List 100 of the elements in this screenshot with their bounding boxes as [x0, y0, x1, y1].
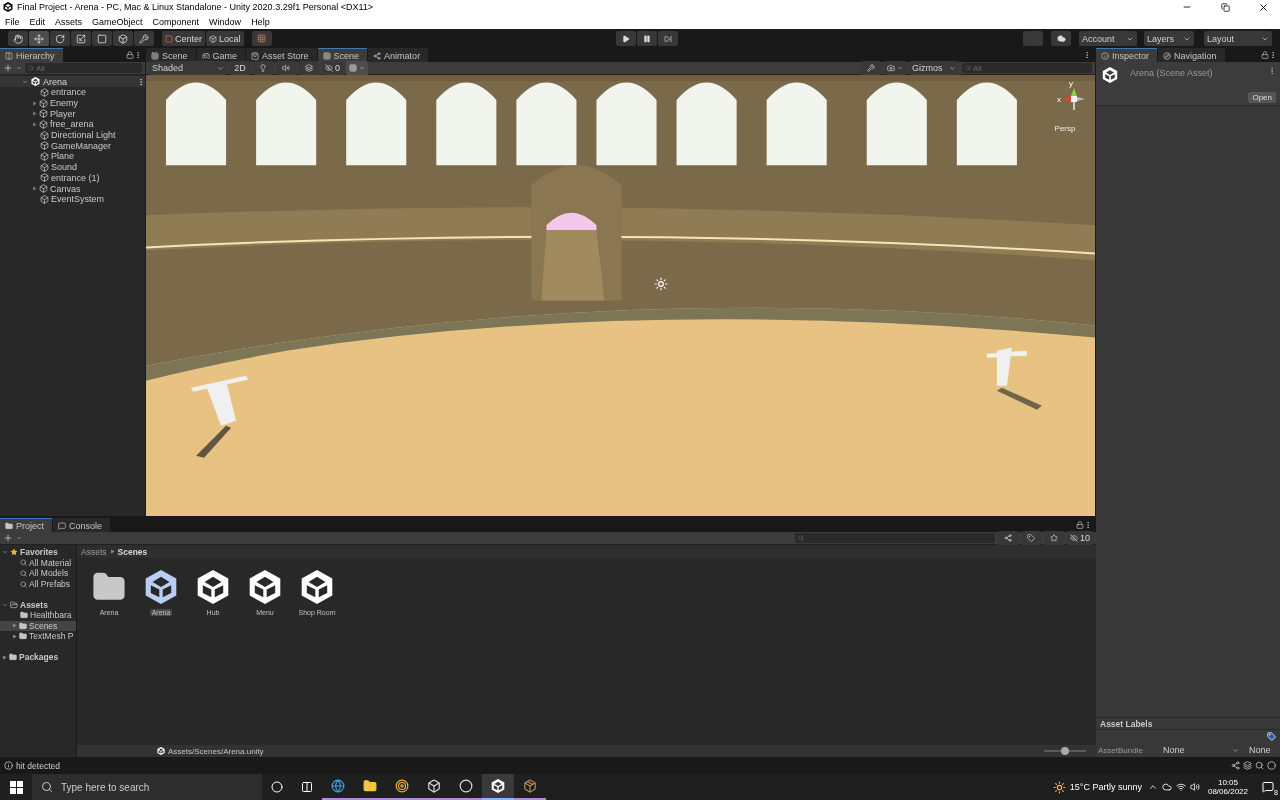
search-icon: [20, 570, 27, 577]
open-button[interactable]: Open: [1248, 92, 1276, 103]
slider-thumb[interactable]: [1061, 747, 1069, 755]
cloud-icon: [1056, 34, 1066, 43]
tool-button[interactable]: [71, 31, 91, 46]
breadcrumb-item[interactable]: Scenes: [117, 546, 148, 557]
menu-bar-entry[interactable]: Edit: [29, 16, 46, 27]
lock-icon: [1261, 51, 1269, 59]
sidebar-item[interactable]: All Prefabs: [0, 578, 76, 590]
crate-icon: [523, 779, 537, 793]
unity-logo-icon: [300, 570, 334, 604]
view-tab[interactable]: Scene: [317, 48, 368, 62]
view-tab[interactable]: Asset Store: [246, 48, 317, 62]
step-button[interactable]: [658, 31, 679, 46]
more-icon: [1084, 521, 1092, 529]
search-field[interactable]: [795, 533, 995, 543]
space-button[interactable]: Local: [206, 31, 244, 46]
panel-tab[interactable]: Project: [0, 518, 52, 532]
add-icon: [3, 63, 13, 73]
view-tab[interactable]: Game: [196, 48, 246, 62]
scene-icon: [31, 77, 40, 86]
tool-button[interactable]: [134, 31, 154, 46]
layout-dropdown[interactable]: Layout: [1204, 31, 1272, 46]
panel-tab[interactable]: Navigation: [1158, 48, 1225, 62]
caret-icon: [359, 65, 365, 71]
hierarchy-item[interactable]: Sound: [0, 161, 145, 173]
hierarchy-item[interactable]: free_arena: [0, 119, 145, 130]
hidden-eye-icon: [325, 64, 333, 72]
sidebar-item[interactable]: All Models: [0, 568, 76, 579]
nodes-icon: [1231, 761, 1240, 770]
hierarchy-item[interactable]: GameManager: [0, 140, 145, 152]
scene-icon: [157, 747, 165, 755]
tool-button[interactable]: [50, 31, 70, 46]
hierarchy-item[interactable]: entrance (1): [0, 172, 145, 184]
pivot-button[interactable]: Center: [162, 31, 205, 46]
scene-root-item[interactable]: Arena: [0, 76, 145, 87]
view-tab[interactable]: Scene: [146, 48, 196, 62]
panel-tab[interactable]: Console: [53, 518, 111, 532]
tool-button[interactable]: [29, 31, 49, 46]
taskbar-app[interactable]: [482, 774, 514, 800]
circle-icon: [1267, 761, 1276, 770]
projection-label[interactable]: Persp: [1054, 124, 1076, 133]
scale-icon: [76, 33, 86, 44]
cube-icon: [39, 98, 48, 108]
rectangle-icon: [97, 33, 107, 44]
tag-icon: [1267, 732, 1276, 741]
layers-icon: [1243, 761, 1252, 770]
star-icon: [10, 548, 18, 557]
search-icon: [20, 559, 27, 567]
panel-tab[interactable]: Inspector: [1096, 48, 1158, 62]
hierarchy-tab[interactable]: Hierarchy: [0, 48, 63, 62]
move-arrows-icon: [34, 33, 44, 44]
cloud-button[interactable]: [1051, 31, 1071, 46]
wrench-icon: [867, 64, 875, 72]
tool-button[interactable]: [113, 31, 133, 46]
axis-label: x: [1057, 94, 1061, 104]
menu-bar-entry[interactable]: GameObject: [92, 16, 143, 27]
unity-logo-icon: [196, 570, 230, 604]
sidebar-item[interactable]: All Material: [0, 557, 76, 569]
caret-icon: [16, 535, 22, 541]
menu-bar-entry[interactable]: Window: [209, 16, 242, 27]
tool-button[interactable]: [92, 31, 112, 46]
menu-bar-entry[interactable]: Component: [152, 16, 200, 27]
sidebar-item[interactable]: Scenes: [0, 620, 76, 632]
hierarchy-item[interactable]: Enemy: [0, 97, 145, 109]
view-tab[interactable]: Animator: [368, 48, 429, 62]
layers-dropdown[interactable]: Layers: [1144, 31, 1194, 46]
hierarchy-item[interactable]: EventSystem: [0, 193, 145, 205]
windows-icon: [9, 780, 23, 794]
sidebar-item[interactable]: Assets: [0, 599, 76, 610]
search-field[interactable]: Type here to search: [32, 774, 262, 800]
field-label: AssetBundle: [1098, 745, 1144, 755]
caret-icon: [16, 65, 22, 71]
snap-button[interactable]: [251, 31, 272, 46]
folder-icon: [5, 521, 13, 530]
cube-icon: [40, 87, 49, 97]
clock-date: 08/06/2022: [1207, 787, 1248, 796]
sidebar-item[interactable]: Healthbara: [0, 609, 76, 621]
menu-bar-entry[interactable]: File: [5, 16, 20, 27]
notifications-icon: [1262, 781, 1274, 793]
menu-bar-entry[interactable]: Help: [251, 16, 270, 27]
cube-icon: [39, 119, 48, 129]
sidebar-item[interactable]: Favorites: [0, 547, 76, 558]
hierarchy-item[interactable]: entrance: [0, 87, 145, 98]
breadcrumb-item[interactable]: Assets: [81, 546, 107, 557]
folder-icon: [363, 779, 377, 793]
caret-icon: [1232, 746, 1239, 754]
orientation-gizmo-icon: [1063, 88, 1085, 110]
sidebar-item[interactable]: TextMesh P: [0, 631, 76, 642]
tool-button[interactable]: [8, 31, 28, 46]
hierarchy-item[interactable]: Canvas: [0, 183, 145, 194]
sidebar-item[interactable]: Packages: [0, 651, 76, 663]
play-button[interactable]: [616, 31, 637, 46]
account-dropdown[interactable]: Account: [1079, 31, 1137, 46]
pause-button[interactable]: [637, 31, 658, 46]
cube-icon: [40, 151, 49, 161]
hierarchy-item[interactable]: Plane: [0, 151, 145, 162]
hierarchy-item[interactable]: Player: [0, 108, 145, 120]
menu-bar-entry[interactable]: Assets: [55, 16, 83, 27]
hierarchy-item[interactable]: Directional Light: [0, 129, 145, 141]
